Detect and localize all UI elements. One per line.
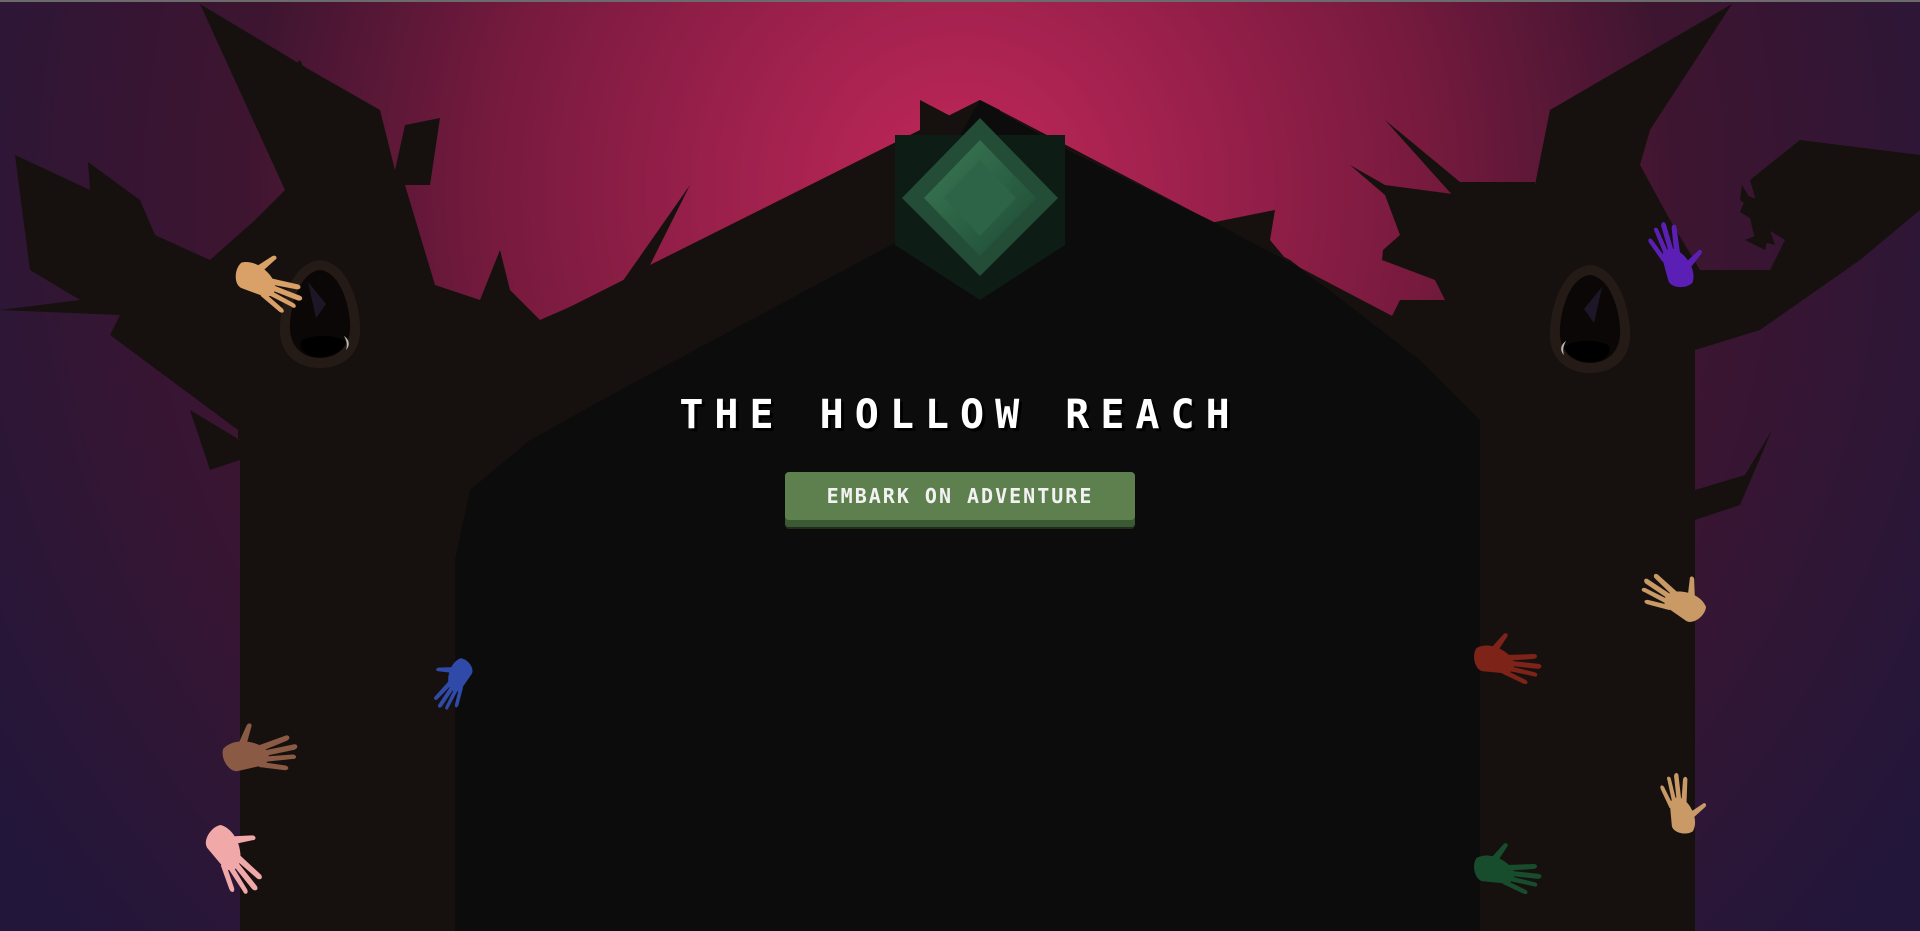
title-screen: THE HOLLOW REACH EMBARK ON ADVENTURE	[0, 0, 1920, 931]
window-top-border	[0, 0, 1920, 2]
embark-button[interactable]: EMBARK ON ADVENTURE	[785, 472, 1135, 527]
forest-scene	[0, 0, 1920, 931]
game-title: THE HOLLOW REACH	[679, 392, 1241, 438]
